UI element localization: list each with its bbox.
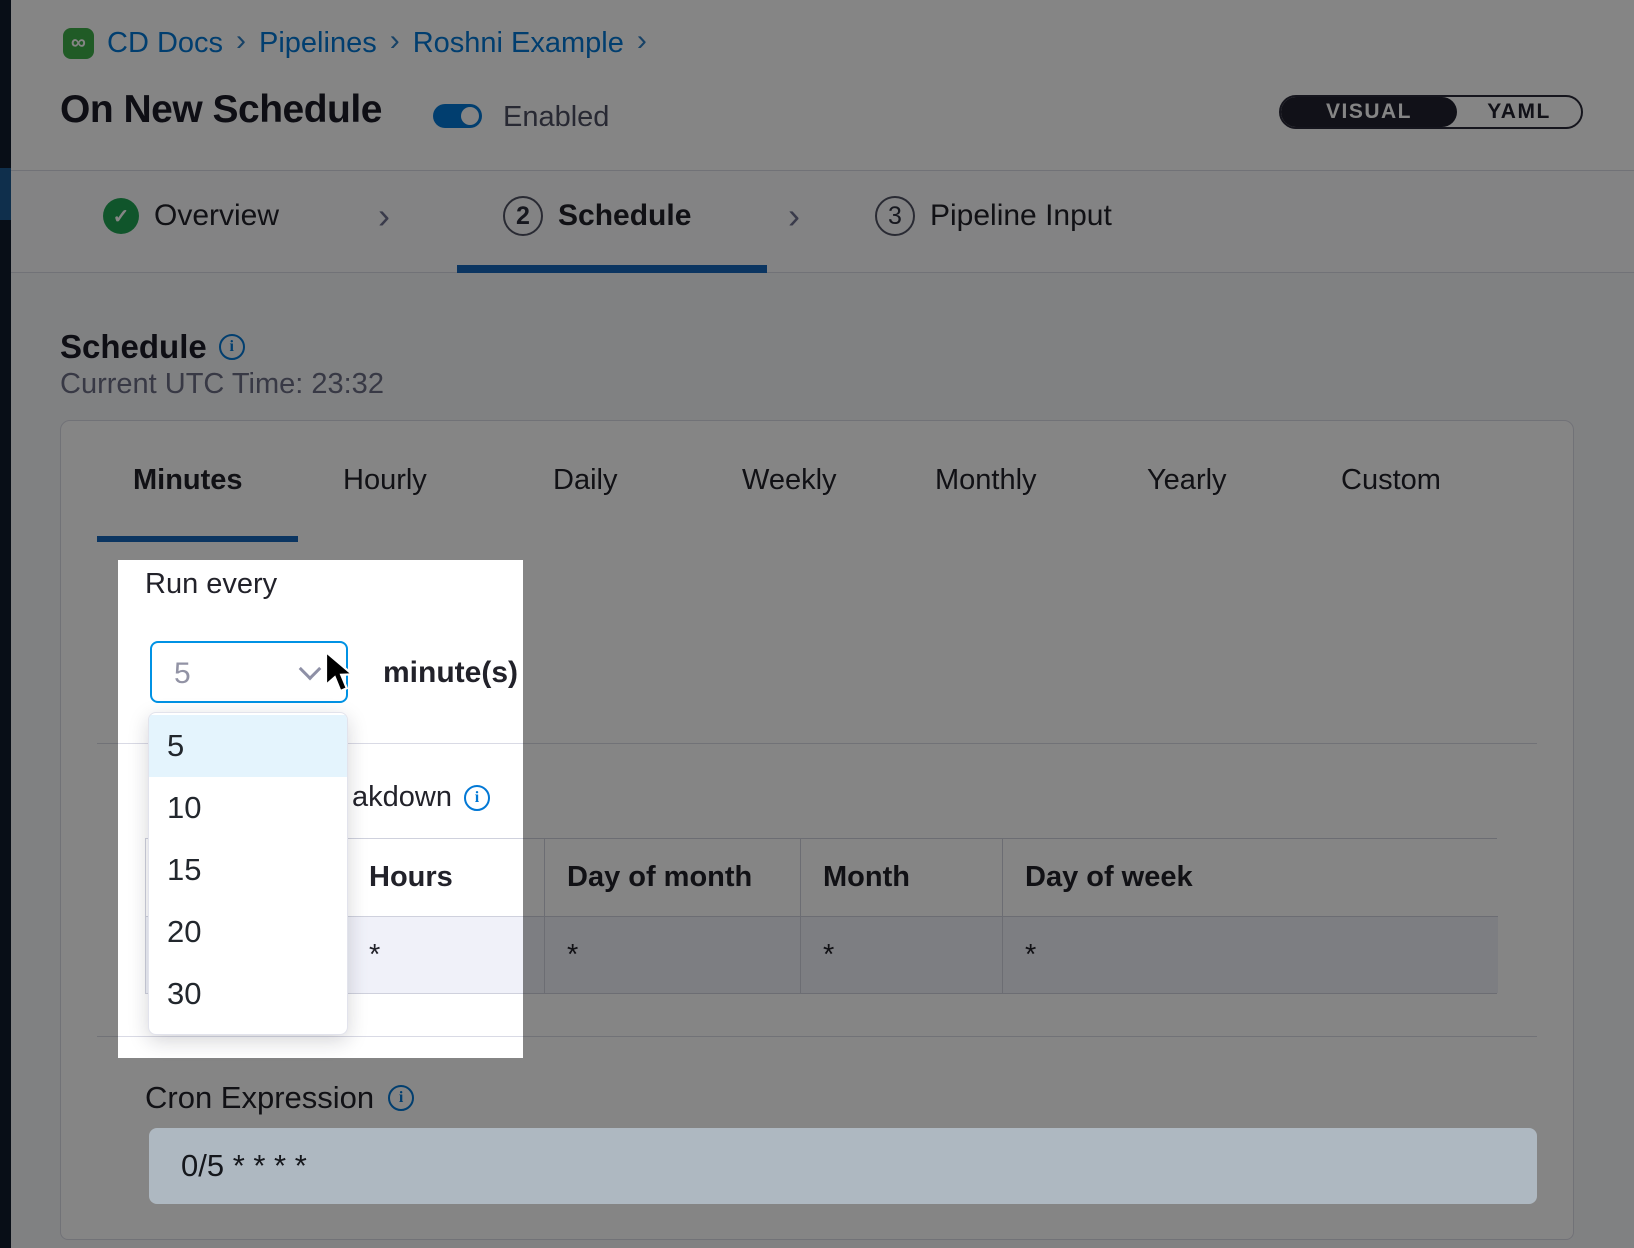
minutes-dropdown-menu: 5 10 15 20 30 <box>148 712 348 1035</box>
step-label: Pipeline Input <box>930 199 1112 233</box>
step-separator-chevron-icon: › <box>788 195 800 237</box>
tab-custom[interactable]: Custom <box>1341 464 1441 497</box>
dropdown-option-20[interactable]: 20 <box>149 901 347 963</box>
table-header-day-of-month: Day of month <box>544 839 800 917</box>
wizard-step-schedule[interactable]: 2 Schedule <box>503 196 691 236</box>
breadcrumb-separator-icon: › <box>637 24 647 58</box>
tab-monthly[interactable]: Monthly <box>935 464 1037 497</box>
breadcrumb-separator-icon: › <box>236 24 246 58</box>
breadcrumb-link-cd-docs[interactable]: CD Docs <box>107 27 223 60</box>
table-cell-day-of-month: * <box>544 917 800 993</box>
chevron-down-icon <box>299 658 322 681</box>
cron-expression-label: Cron Expression i <box>145 1080 414 1116</box>
enabled-label: Enabled <box>503 101 609 134</box>
schedule-heading-text: Schedule <box>60 328 207 366</box>
select-value: 5 <box>174 657 191 691</box>
tab-visual[interactable]: VISUAL <box>1281 97 1457 127</box>
breadcrumb: ∞ CD Docs › Pipelines › Roshni Example › <box>63 26 647 60</box>
table-cell-month: * <box>800 917 1002 993</box>
wizard-step-pipeline-input[interactable]: 3 Pipeline Input <box>875 196 1112 236</box>
step-complete-check-icon: ✓ <box>103 198 139 234</box>
wizard-step-overview[interactable]: ✓ Overview <box>103 198 279 234</box>
cron-label-text: Cron Expression <box>145 1080 374 1116</box>
breadcrumb-separator-icon: › <box>390 24 400 58</box>
tab-hourly[interactable]: Hourly <box>343 464 427 497</box>
run-every-label: Run every <box>145 568 277 601</box>
info-icon[interactable]: i <box>219 334 245 360</box>
section-divider <box>97 1036 1537 1037</box>
dropdown-option-30[interactable]: 30 <box>149 963 347 1025</box>
tab-weekly[interactable]: Weekly <box>742 464 837 497</box>
tab-yearly[interactable]: Yearly <box>1147 464 1227 497</box>
page-title: On New Schedule <box>60 88 382 132</box>
tab-daily[interactable]: Daily <box>553 464 617 497</box>
minutes-unit-label: minute(s) <box>383 656 518 690</box>
collapsed-sidebar <box>0 0 11 1248</box>
table-header-month: Month <box>800 839 1002 917</box>
schedule-section-heading: Schedule i <box>60 328 245 366</box>
step-number-badge: 3 <box>875 196 915 236</box>
tab-minutes[interactable]: Minutes <box>133 464 243 497</box>
active-step-underline <box>457 265 767 273</box>
table-cell-hours: * <box>346 917 544 993</box>
breakdown-label-text: akdown <box>352 781 452 814</box>
sidebar-active-indicator <box>0 168 11 220</box>
step-label: Overview <box>154 199 279 233</box>
cd-module-icon: ∞ <box>63 28 94 59</box>
breadcrumb-link-roshni-example[interactable]: Roshni Example <box>413 27 624 60</box>
visual-yaml-toggle: VISUAL YAML <box>1279 95 1583 129</box>
active-tab-underline <box>97 536 298 542</box>
table-cell-day-of-week: * <box>1002 917 1498 993</box>
mouse-cursor-icon <box>324 650 358 701</box>
step-label: Schedule <box>558 199 691 233</box>
tab-yaml[interactable]: YAML <box>1457 97 1581 127</box>
trigger-schedule-page: { "breadcrumb": { "items": [ { "label": … <box>0 0 1634 1248</box>
expression-breakdown-label: akdown i <box>352 781 490 814</box>
dropdown-option-15[interactable]: 15 <box>149 839 347 901</box>
dropdown-option-5[interactable]: 5 <box>149 715 347 777</box>
minutes-select[interactable]: 5 <box>150 641 348 703</box>
breadcrumb-link-pipelines[interactable]: Pipelines <box>259 27 377 60</box>
step-separator-chevron-icon: › <box>378 195 390 237</box>
current-utc-time: Current UTC Time: 23:32 <box>60 368 384 401</box>
dropdown-option-10[interactable]: 10 <box>149 777 347 839</box>
table-header-day-of-week: Day of week <box>1002 839 1498 917</box>
step-number-badge: 2 <box>503 196 543 236</box>
info-icon[interactable]: i <box>464 785 490 811</box>
enabled-toggle[interactable] <box>433 104 482 128</box>
table-header-hours: Hours <box>346 839 544 917</box>
cron-expression-input[interactable]: 0/5 * * * * <box>149 1128 1537 1204</box>
toggle-knob <box>461 107 479 125</box>
info-icon[interactable]: i <box>388 1085 414 1111</box>
